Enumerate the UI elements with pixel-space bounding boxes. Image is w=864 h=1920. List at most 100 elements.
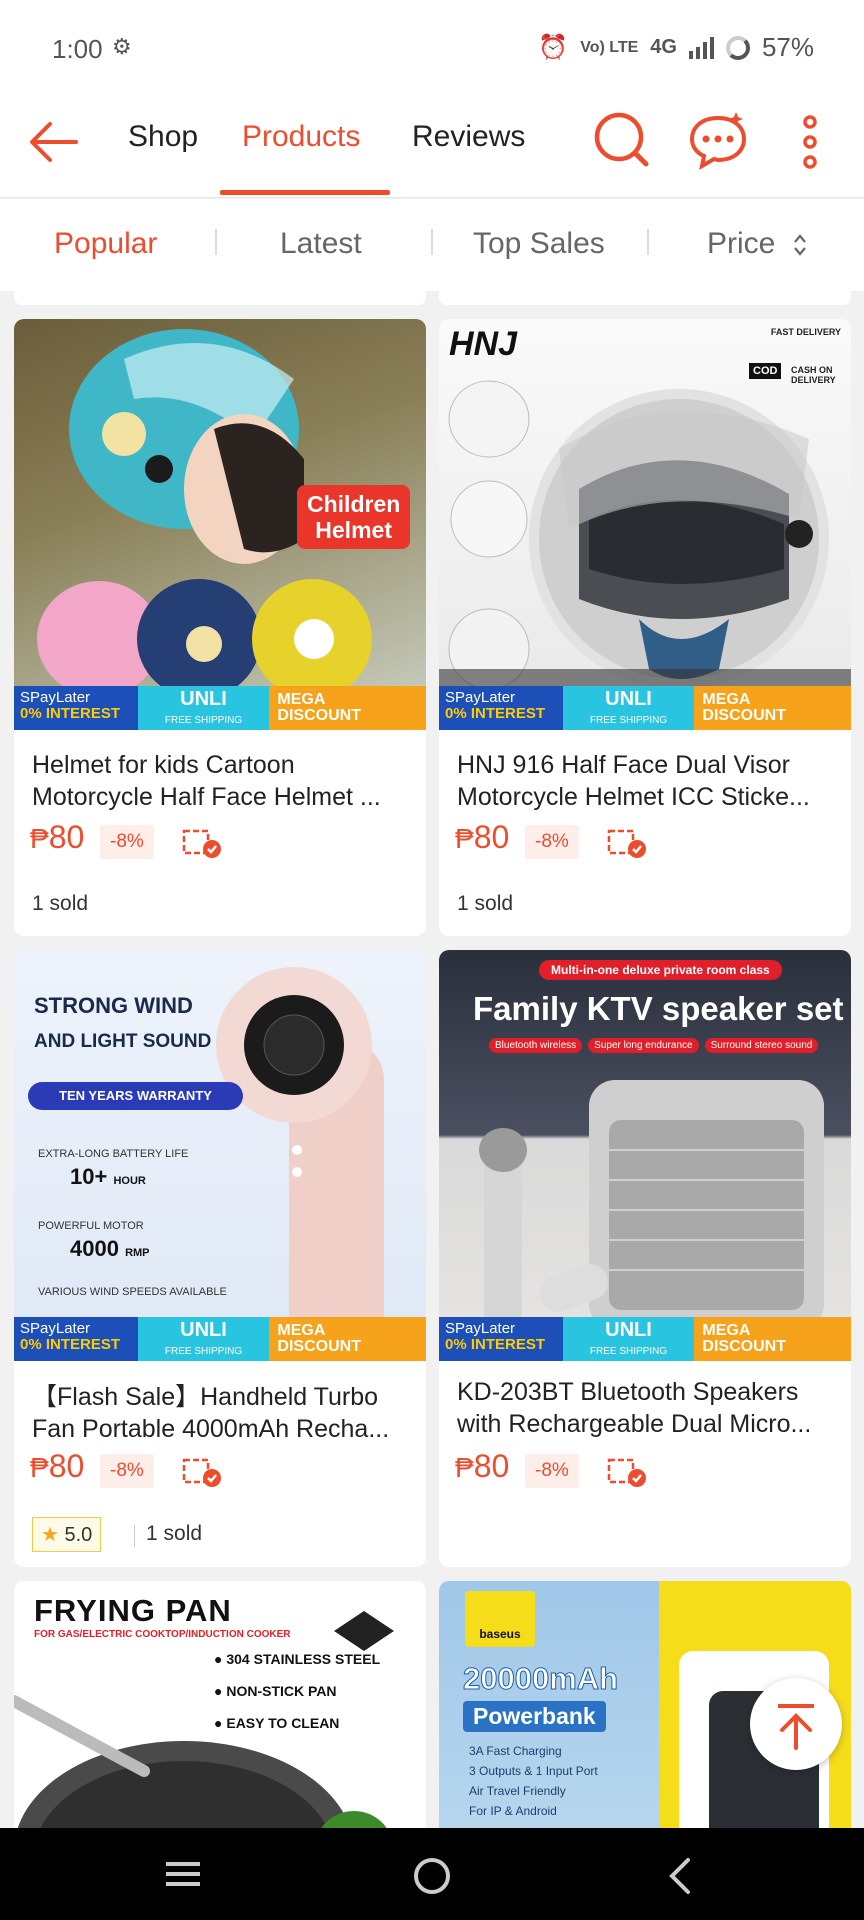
- sold-count: 1 sold: [457, 892, 514, 915]
- sort-popular[interactable]: Popular: [54, 227, 157, 261]
- product-title: Helmet for kids Cartoon Motorcycle Half …: [32, 751, 381, 811]
- sort-price-label: Price: [707, 227, 776, 260]
- discount-badge: -8%: [100, 825, 154, 859]
- signal-icon: [688, 36, 714, 59]
- badge-line-1: Children: [307, 491, 401, 517]
- mega-promo: MEGA DISCOUNT: [269, 1317, 426, 1361]
- status-time: 1:00: [52, 34, 103, 64]
- mega-promo: MEGA DISCOUNT: [694, 1317, 851, 1361]
- scroll-to-top-button[interactable]: [750, 1678, 842, 1770]
- spaylater-label: SPayLater: [20, 1320, 91, 1337]
- sort-arrows-icon: [793, 234, 806, 256]
- unli-promo: UNLI FREE SHIPPING: [562, 686, 695, 730]
- product-card[interactable]: Multi-in-one deluxe private room class F…: [439, 950, 851, 1567]
- product-price: ₱80: [455, 1448, 509, 1485]
- unli-label: UNLI: [180, 688, 227, 710]
- warranty-badge: TEN YEARS WARRANTY: [28, 1082, 243, 1110]
- back-icon[interactable]: [660, 1854, 700, 1898]
- mega-label: MEGA: [277, 1322, 326, 1339]
- system-nav-bar: [0, 1828, 864, 1920]
- spaylater-promo: SPayLater 0% INTEREST: [14, 1317, 138, 1361]
- price-value: 80: [48, 819, 85, 855]
- free-shipping-label: FREE SHIPPING: [164, 715, 243, 726]
- unli-label: UNLI: [605, 1319, 652, 1341]
- discount-badge: -8%: [525, 1454, 579, 1488]
- pan-subheadline: FOR GAS/ELECTRIC COOKTOP/INDUCTION COOKE…: [34, 1629, 291, 1640]
- currency-symbol: ₱: [455, 823, 474, 854]
- arrow-up-icon: [778, 1704, 814, 1750]
- back-arrow-icon[interactable]: [26, 114, 82, 170]
- spaylater-label: SPayLater: [20, 689, 91, 706]
- free-shipping-label: FREE SHIPPING: [589, 715, 668, 726]
- divider: [431, 229, 433, 255]
- more-options-icon[interactable]: [780, 108, 840, 172]
- spaylater-icon: [182, 829, 221, 858]
- children-helmet-badge: Children Helmet: [297, 485, 411, 549]
- ktv-headline: Family KTV speaker set: [473, 990, 844, 1027]
- sort-latest[interactable]: Latest: [280, 227, 362, 261]
- product-image: STRONG WIND AND LIGHT SOUND TEN YEARS WA…: [14, 950, 426, 1361]
- tab-products[interactable]: Products: [242, 120, 360, 154]
- pan-feature-text: NON-STICK PAN: [226, 1683, 337, 1699]
- battery-hours-unit: HOUR: [113, 1175, 146, 1187]
- currency-symbol: ₱: [455, 1452, 474, 1483]
- currency-symbol: ₱: [30, 1452, 49, 1483]
- powerbank-feature: For IP & Android: [469, 1804, 557, 1818]
- product-card[interactable]: FRYING PAN FOR GAS/ELECTRIC COOKTOP/INDU…: [14, 1581, 426, 1828]
- hnj-helmet-illustration: [439, 380, 851, 691]
- promo-strip: SPayLater 0% INTEREST UNLI FREE SHIPPING M…: [14, 1317, 426, 1361]
- motor-speed-value: 4000: [70, 1236, 119, 1261]
- product-card[interactable]: HNJ FAST DELIVERY COD CASH ON DELIVERY S…: [439, 319, 851, 936]
- discount-label: DISCOUNT: [277, 707, 361, 724]
- product-image: Multi-in-one deluxe private room class F…: [439, 950, 851, 1361]
- product-card[interactable]: Children Helmet SPayLater 0% INTEREST UNL…: [14, 319, 426, 936]
- product-card[interactable]: STRONG WIND AND LIGHT SOUND TEN YEARS WA…: [14, 950, 426, 1567]
- headline-line-2: AND LIGHT SOUND: [34, 1031, 212, 1052]
- tab-shop[interactable]: Shop: [128, 120, 198, 154]
- pan-feature: ● EASY TO CLEAN: [214, 1715, 340, 1731]
- product-image: Children Helmet SPayLater 0% INTEREST UNL…: [14, 319, 426, 730]
- spaylater-icon: [607, 829, 646, 858]
- previous-card-bottom: [439, 291, 851, 305]
- product-price: ₱80: [30, 1448, 84, 1485]
- product-title: HNJ 916 Half Face Dual Visor Motorcycle …: [457, 751, 810, 811]
- rating-value: 5.0: [64, 1524, 93, 1546]
- search-icon[interactable]: [590, 108, 654, 172]
- price-value: 80: [48, 1448, 85, 1484]
- battery-hours-value: 10+: [70, 1164, 108, 1189]
- recent-apps-icon[interactable]: [158, 1854, 208, 1894]
- badge-line-2: Helmet: [315, 517, 392, 543]
- powerbank-features: 3A Fast Charging 3 Outputs & 1 Input Por…: [469, 1741, 598, 1821]
- sold-count: 1 sold: [32, 892, 89, 915]
- powerbank-feature: 3A Fast Charging: [469, 1744, 562, 1758]
- spaylater-promo: SPayLater 0% INTEREST: [439, 1317, 563, 1361]
- battery-hours: 10+ HOUR: [70, 1164, 146, 1190]
- network-type: 4G: [650, 36, 677, 58]
- headline-line-1: STRONG WIND: [34, 993, 193, 1018]
- currency-symbol: ₱: [30, 823, 49, 854]
- motor-label: POWERFUL MOTOR: [38, 1220, 144, 1232]
- discount-badge: -8%: [100, 1454, 154, 1488]
- ktv-top-banner: Multi-in-one deluxe private room class: [539, 960, 782, 980]
- volte-label: Vo) LTE: [580, 38, 639, 56]
- battery-icon: [725, 35, 750, 60]
- discount-label: DISCOUNT: [702, 1338, 786, 1355]
- chat-icon[interactable]: [686, 108, 750, 172]
- promo-strip: SPayLater 0% INTEREST UNLI FREE SHIPPING M…: [439, 686, 851, 730]
- home-icon[interactable]: [410, 1854, 454, 1898]
- unli-promo: UNLI FREE SHIPPING: [137, 1317, 270, 1361]
- tab-reviews[interactable]: Reviews: [412, 120, 525, 154]
- spaylater-label: SPayLater: [445, 689, 516, 706]
- product-price: ₱80: [30, 819, 84, 856]
- ktv-tag: Bluetooth wireless: [489, 1038, 583, 1053]
- mega-promo: MEGA DISCOUNT: [694, 686, 851, 730]
- sort-price[interactable]: Price: [707, 227, 808, 261]
- settings-notification-icon: ⚙: [112, 34, 132, 59]
- price-value: 80: [473, 819, 510, 855]
- unli-promo: UNLI FREE SHIPPING: [137, 686, 270, 730]
- motor-speed: 4000 RMP: [70, 1236, 150, 1262]
- alarm-icon: ⏰: [538, 34, 569, 61]
- battery-percent: 57%: [761, 32, 814, 62]
- spaylater-icon: [182, 1458, 221, 1487]
- sort-top-sales[interactable]: Top Sales: [473, 227, 605, 261]
